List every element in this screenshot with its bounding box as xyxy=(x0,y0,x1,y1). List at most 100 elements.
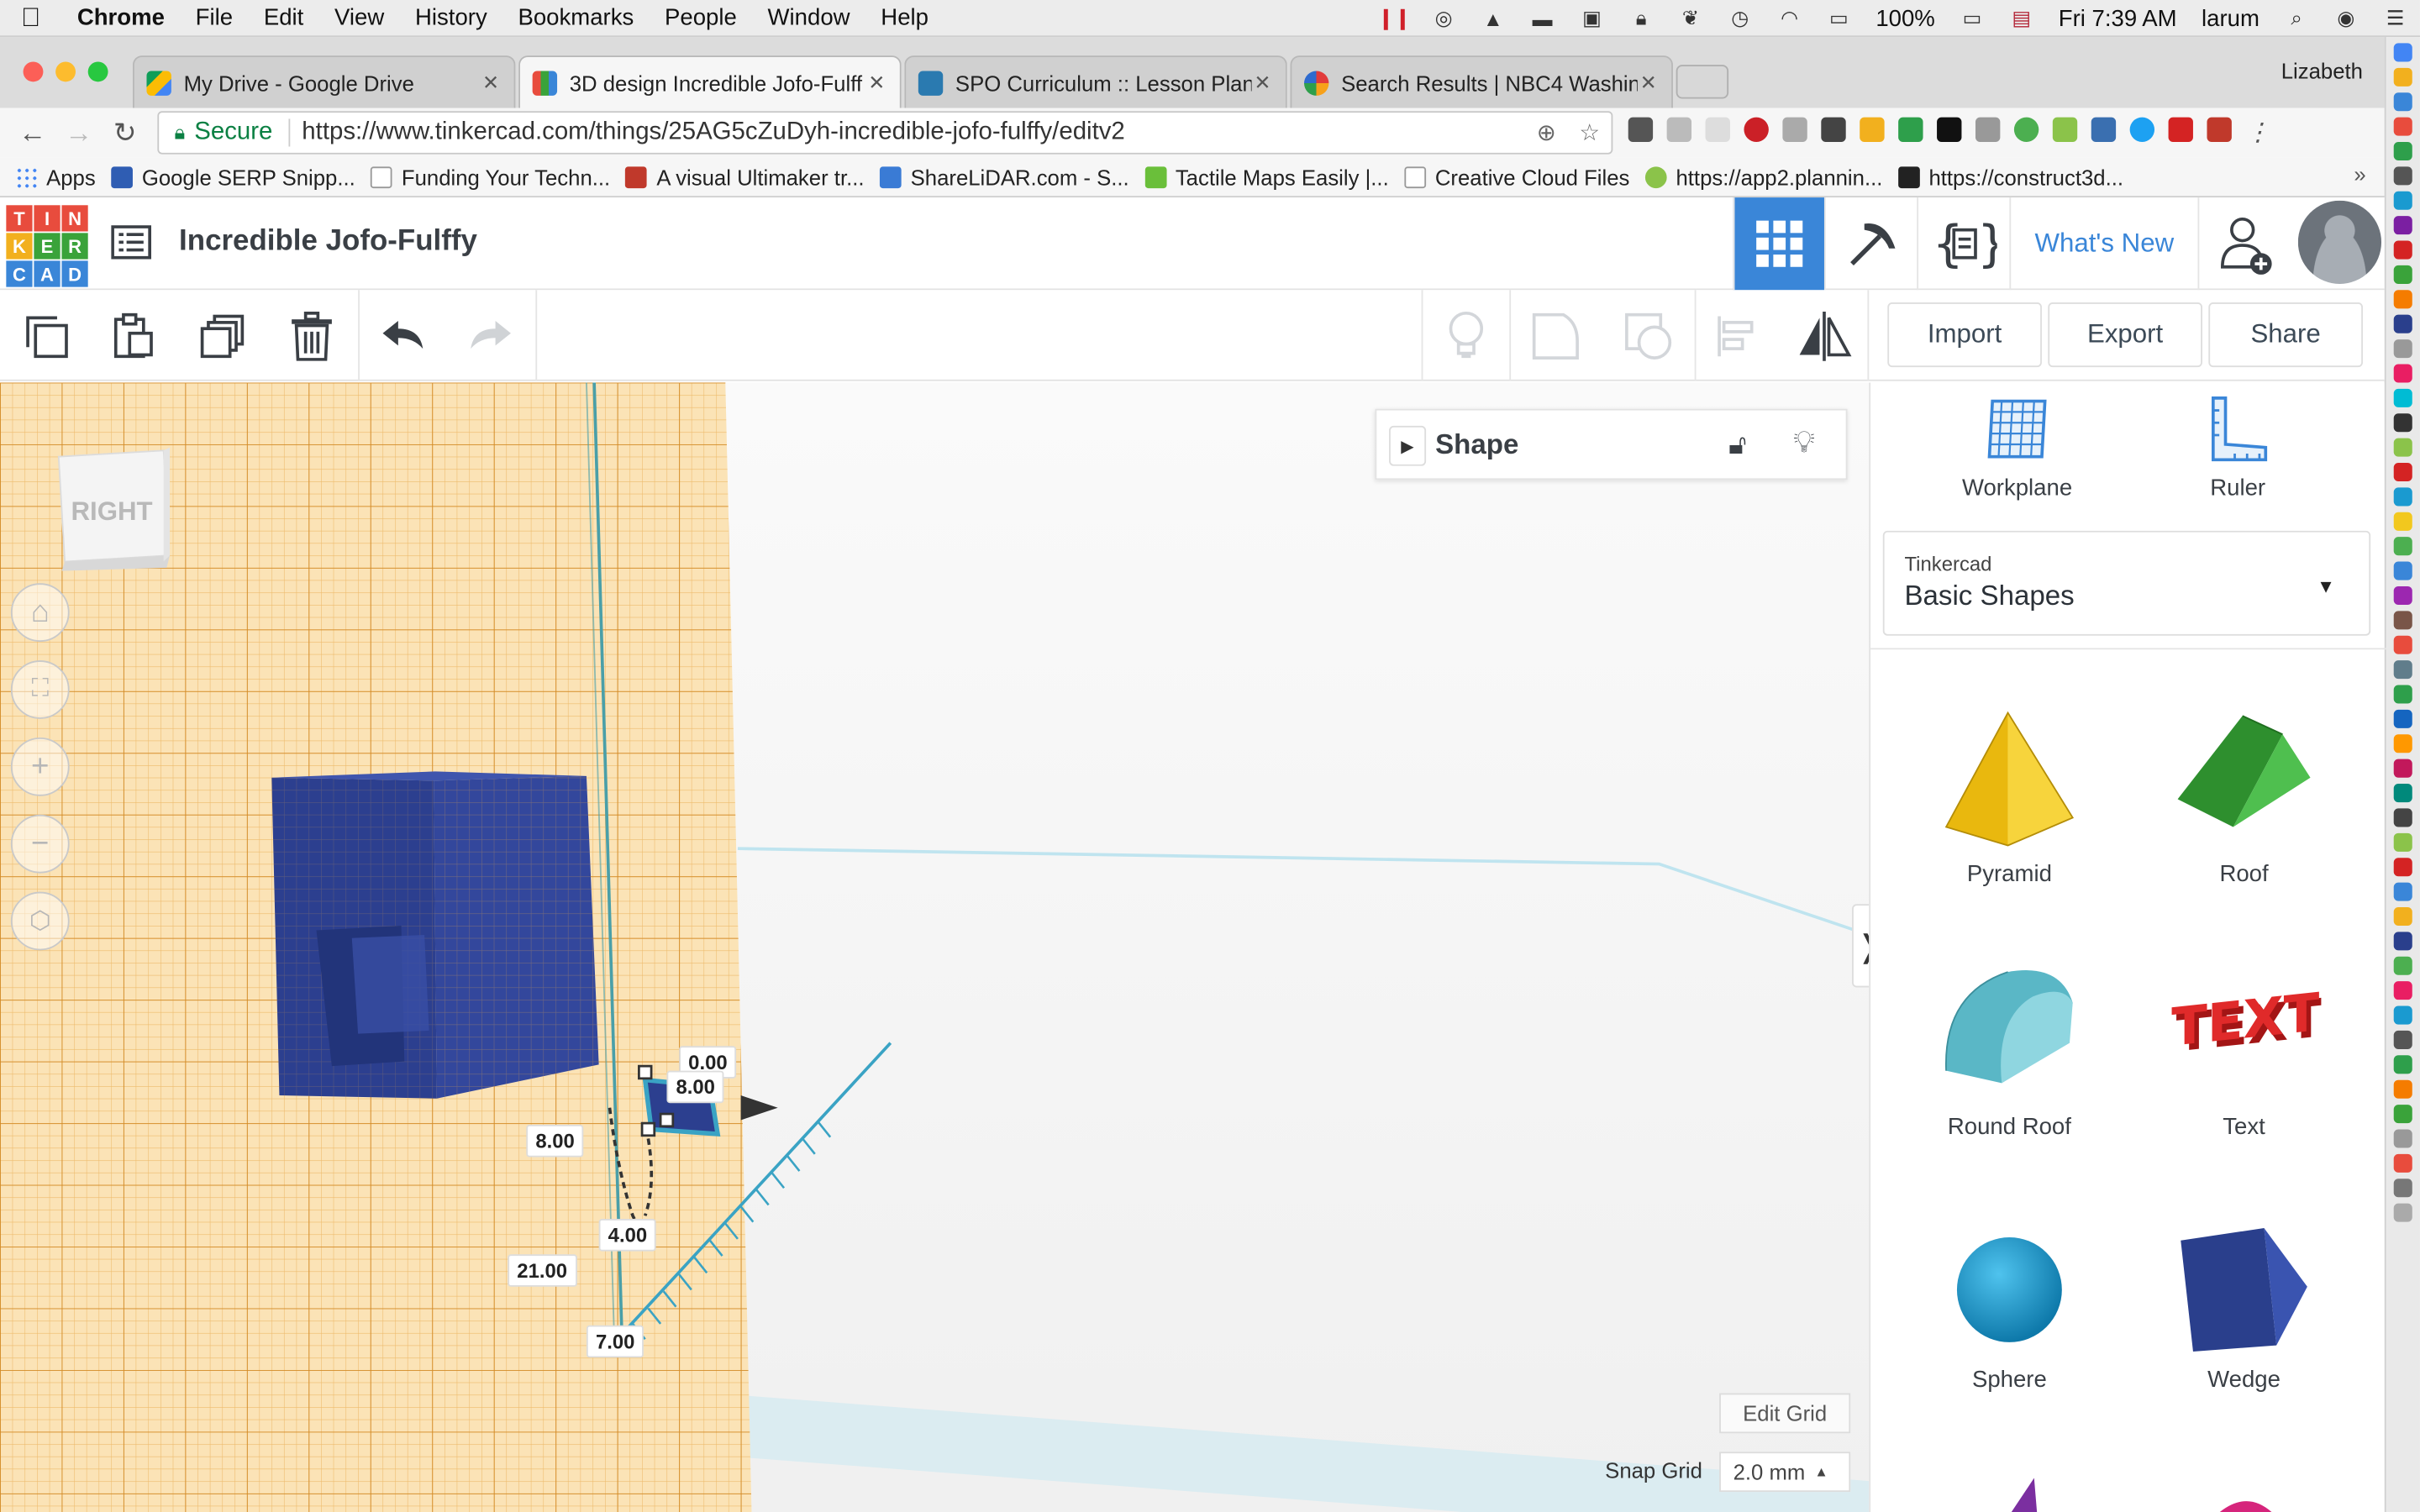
pdf-extension-icon[interactable] xyxy=(2168,117,2193,142)
dock-app-icon[interactable] xyxy=(2393,956,2412,975)
box-object[interactable] xyxy=(271,771,599,1099)
spotlight-search-icon[interactable]: ⌕ xyxy=(2280,6,2313,30)
tab-tinkercad[interactable]: 3D design Incredible Jofo-Fulff ✕ xyxy=(518,55,902,108)
dock-app-icon[interactable] xyxy=(2393,92,2412,112)
close-tab-icon[interactable]: ✕ xyxy=(1638,71,1660,95)
dock-app-icon[interactable] xyxy=(2393,611,2412,630)
edit-grid-button[interactable]: Edit Grid xyxy=(1719,1393,1851,1434)
dock-app-icon[interactable] xyxy=(2393,1179,2412,1198)
extension-icon[interactable] xyxy=(1898,117,1923,142)
dock-app-icon[interactable] xyxy=(2393,1005,2412,1025)
undo-button[interactable] xyxy=(360,290,446,381)
pinterest-extension-icon[interactable] xyxy=(1744,117,1769,142)
extension-icon[interactable] xyxy=(2091,117,2117,142)
zoom-icon[interactable]: ⊕ xyxy=(1525,118,1568,146)
design-list-icon[interactable] xyxy=(111,225,151,260)
battery-percent[interactable]: 100% xyxy=(1864,5,1948,31)
dock-app-icon[interactable] xyxy=(2393,339,2412,359)
dock-app-icon[interactable] xyxy=(2393,660,2412,680)
dock-app-icon[interactable] xyxy=(2393,117,2412,136)
menu-people[interactable]: People xyxy=(650,5,753,31)
dock-app-icon[interactable] xyxy=(2393,290,2412,309)
pdf-extension-icon[interactable] xyxy=(2207,117,2232,142)
clock[interactable]: Fri 7:39 AM xyxy=(2046,5,2189,31)
dock-app-icon[interactable] xyxy=(2393,216,2412,235)
codeblocks-view-button[interactable]: { } xyxy=(1917,197,2009,291)
dock-app-icon[interactable] xyxy=(2393,906,2412,927)
dock-app-icon[interactable] xyxy=(2393,832,2412,852)
lock-icon[interactable]: 🔒︎ xyxy=(1624,6,1658,30)
menu-window[interactable]: Window xyxy=(752,5,865,31)
shape-round-roof[interactable]: Round Roof xyxy=(1902,963,2118,1194)
tab-nbc4[interactable]: Search Results | NBC4 Washin ✕ xyxy=(1290,55,1673,108)
shape-sphere[interactable]: Sphere xyxy=(1902,1215,2118,1447)
menu-file[interactable]: File xyxy=(180,5,248,31)
menu-app-name[interactable]: Chrome xyxy=(61,5,180,31)
dock-app-icon[interactable] xyxy=(2393,141,2412,161)
view-cube[interactable]: RIGHT xyxy=(52,447,171,571)
lightbulb-icon[interactable]: 💡︎ xyxy=(1793,426,1815,461)
design-title[interactable]: Incredible Jofo-Fulffy xyxy=(179,225,477,259)
dock-app-icon[interactable] xyxy=(2393,438,2412,457)
flag-icon[interactable]: ▤ xyxy=(2004,6,2038,30)
tab-spo-curriculum[interactable]: SPO Curriculum :: Lesson Plan ✕ xyxy=(904,55,1287,108)
parallels-icon[interactable]: ❙❙ xyxy=(1377,6,1411,30)
paste-button[interactable] xyxy=(90,290,176,381)
evernote-extension-icon[interactable] xyxy=(1628,117,1654,142)
dock-app-icon[interactable] xyxy=(2393,784,2412,803)
menu-help[interactable]: Help xyxy=(865,5,944,31)
dock-app-icon[interactable] xyxy=(2393,685,2412,704)
extension-icon[interactable] xyxy=(2052,117,2078,142)
dock-app-icon[interactable] xyxy=(2393,635,2412,654)
dock-app-icon[interactable] xyxy=(2393,1055,2412,1074)
menu-edit[interactable]: Edit xyxy=(248,5,318,31)
tinkercad-logo[interactable]: T I N K E R C A D xyxy=(6,205,88,287)
notes-button[interactable] xyxy=(1423,290,1509,381)
import-button[interactable]: Import xyxy=(1887,302,2042,368)
home-view-button[interactable]: ⌂ xyxy=(10,583,70,643)
redo-button[interactable] xyxy=(448,290,534,381)
mirror-button[interactable] xyxy=(1781,290,1868,381)
siri-icon[interactable]: ◉ xyxy=(2329,6,2363,30)
new-tab-button[interactable] xyxy=(1676,65,1729,99)
perspective-button[interactable]: ⬡ xyxy=(10,891,70,951)
dock-app-icon[interactable] xyxy=(2393,537,2412,556)
expand-panel-icon[interactable]: ▶ xyxy=(1389,425,1427,466)
dock-app-icon[interactable] xyxy=(2393,1153,2412,1173)
dock-app-icon[interactable] xyxy=(2393,1129,2412,1148)
extension-icon[interactable] xyxy=(1937,117,1962,142)
dock-app-icon[interactable] xyxy=(2393,1105,2412,1124)
duplicate-button[interactable] xyxy=(179,290,266,381)
battery-icon[interactable]: ▭ xyxy=(1955,6,1989,30)
forward-arrow-icon[interactable]: → xyxy=(55,117,102,150)
bookmark-item[interactable]: Google SERP Snipp... xyxy=(111,165,355,189)
dock-app-icon[interactable] xyxy=(2393,67,2412,87)
zoom-in-button[interactable]: + xyxy=(10,737,70,796)
reload-icon[interactable]: ↻ xyxy=(102,117,148,150)
dock-app-icon[interactable] xyxy=(2393,734,2412,753)
dock-app-icon[interactable] xyxy=(2393,43,2412,62)
dock-app-icon[interactable] xyxy=(2393,512,2412,531)
collapse-sidepanel-button[interactable]: ❭ xyxy=(1852,904,1870,988)
user-name[interactable]: larum xyxy=(2189,5,2271,31)
bookmark-apps[interactable]: Apps xyxy=(15,165,96,189)
workplane-tool-button[interactable]: Workplane xyxy=(1924,395,2109,518)
time-machine-icon[interactable]: ◷ xyxy=(1723,6,1757,30)
extension-icon[interactable] xyxy=(1821,117,1846,142)
dock-app-icon[interactable] xyxy=(2393,561,2412,580)
airplay-icon[interactable]: ▭ xyxy=(1822,6,1855,30)
evernote-icon[interactable]: ❦ xyxy=(1674,6,1707,30)
dimension-label[interactable]: 4.00 xyxy=(598,1218,657,1252)
copy-button[interactable] xyxy=(3,290,90,381)
apple-menu-icon[interactable]:  xyxy=(0,3,61,34)
workplane-scene[interactable] xyxy=(0,382,1870,1512)
dock-app-icon[interactable] xyxy=(2393,585,2412,605)
tab-google-drive[interactable]: My Drive - Google Drive ✕ xyxy=(132,55,516,108)
dock-app-icon[interactable] xyxy=(2393,759,2412,778)
fit-view-button[interactable]: ⛶ xyxy=(10,660,70,719)
shape-library-select[interactable]: Tinkercad Basic Shapes ▼ xyxy=(1882,530,2371,636)
bookmark-item[interactable]: https://construct3d... xyxy=(1897,165,2123,189)
extension-icon[interactable] xyxy=(1705,117,1730,142)
url-text[interactable]: https://www.tinkercad.com/things/25AG5cZ… xyxy=(302,118,1524,146)
wifi-icon[interactable]: ◠ xyxy=(1772,6,1806,30)
